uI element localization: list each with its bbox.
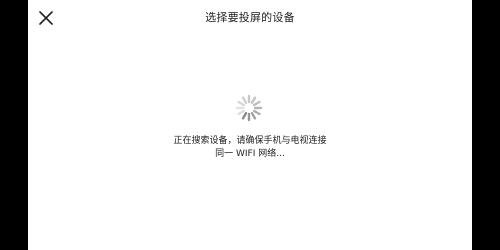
header-bar: 选择要投屏的设备 bbox=[28, 0, 472, 36]
message-line-1: 正在搜索设备，请确保手机与电视连接 bbox=[173, 136, 327, 146]
cast-device-screen: 选择要投屏的设备 正在搜索设备，请确保手机与电视连接 同一 WIFI 网络... bbox=[28, 0, 472, 250]
page-title: 选择要投屏的设备 bbox=[205, 11, 295, 24]
message-line-2: 同一 WIFI 网络... bbox=[215, 149, 285, 159]
loading-spinner-icon bbox=[235, 94, 263, 122]
searching-message: 正在搜索设备，请确保手机与电视连接 同一 WIFI 网络... bbox=[28, 135, 472, 161]
